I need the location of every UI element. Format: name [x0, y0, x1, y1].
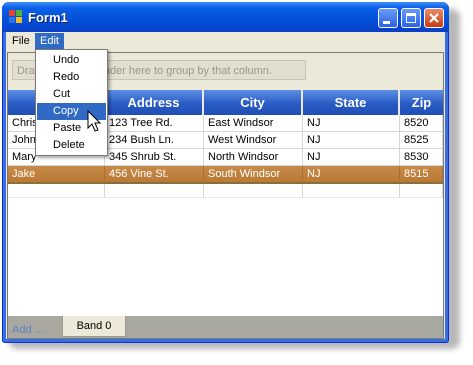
add-new-label: Add ... [12, 324, 44, 336]
window-title: Form1 [28, 10, 68, 25]
cell-empty[interactable] [8, 184, 105, 198]
title-bar[interactable]: Form1 [2, 2, 449, 32]
menu-item-undo[interactable]: Undo [37, 52, 106, 69]
menu-file[interactable]: File [7, 33, 35, 50]
cell-state[interactable]: NJ [303, 149, 400, 166]
add-new-box: Add ... Band 0 [8, 316, 443, 338]
cell-state[interactable]: NJ [303, 166, 400, 184]
column-header-city[interactable]: City [204, 90, 303, 115]
add-new-row[interactable] [8, 184, 443, 198]
band-0-button[interactable]: Band 0 [62, 316, 126, 337]
column-header-state[interactable]: State [303, 90, 400, 115]
menu-edit[interactable]: Edit [35, 33, 64, 50]
cell-address[interactable]: 345 Shrub St. [105, 149, 204, 166]
cell-state[interactable]: NJ [303, 132, 400, 149]
maximize-button[interactable] [401, 8, 421, 28]
menu-item-delete[interactable]: Delete [37, 137, 106, 154]
cell-city[interactable]: West Windsor [204, 132, 303, 149]
minimize-icon [383, 21, 390, 24]
minimize-button[interactable] [378, 8, 398, 28]
cell-city[interactable]: South Windsor [204, 166, 303, 184]
cell-empty[interactable] [400, 184, 443, 198]
cell-state[interactable]: NJ [303, 115, 400, 132]
cell-zip[interactable]: 8530 [400, 149, 443, 166]
cell-zip[interactable]: 8525 [400, 132, 443, 149]
cell-address[interactable]: 456 Vine St. [105, 166, 204, 184]
close-icon [429, 13, 439, 23]
column-header-address[interactable]: Address [105, 90, 204, 115]
cell-city[interactable]: North Windsor [204, 149, 303, 166]
cell-zip[interactable]: 8520 [400, 115, 443, 132]
edit-dropdown-menu: Undo Redo Cut Copy Paste Delete [35, 49, 108, 156]
menu-item-cut[interactable]: Cut [37, 86, 106, 103]
cell-address[interactable]: 123 Tree Rd. [105, 115, 204, 132]
mouse-pointer-icon [87, 110, 102, 132]
cell-empty[interactable] [303, 184, 400, 198]
maximize-icon [406, 13, 416, 23]
cell-name[interactable]: Jake [8, 166, 105, 184]
menu-item-redo[interactable]: Redo [37, 69, 106, 86]
close-button[interactable] [424, 8, 444, 28]
cell-empty[interactable] [105, 184, 204, 198]
column-header-zip[interactable]: Zip [400, 90, 443, 115]
cell-city[interactable]: East Windsor [204, 115, 303, 132]
cell-zip[interactable]: 8515 [400, 166, 443, 184]
cell-address[interactable]: 234 Bush Ln. [105, 132, 204, 149]
cell-empty[interactable] [204, 184, 303, 198]
windows-app-icon [9, 10, 23, 24]
table-row-selected[interactable]: Jake 456 Vine St. South Windsor NJ 8515 [8, 166, 443, 184]
